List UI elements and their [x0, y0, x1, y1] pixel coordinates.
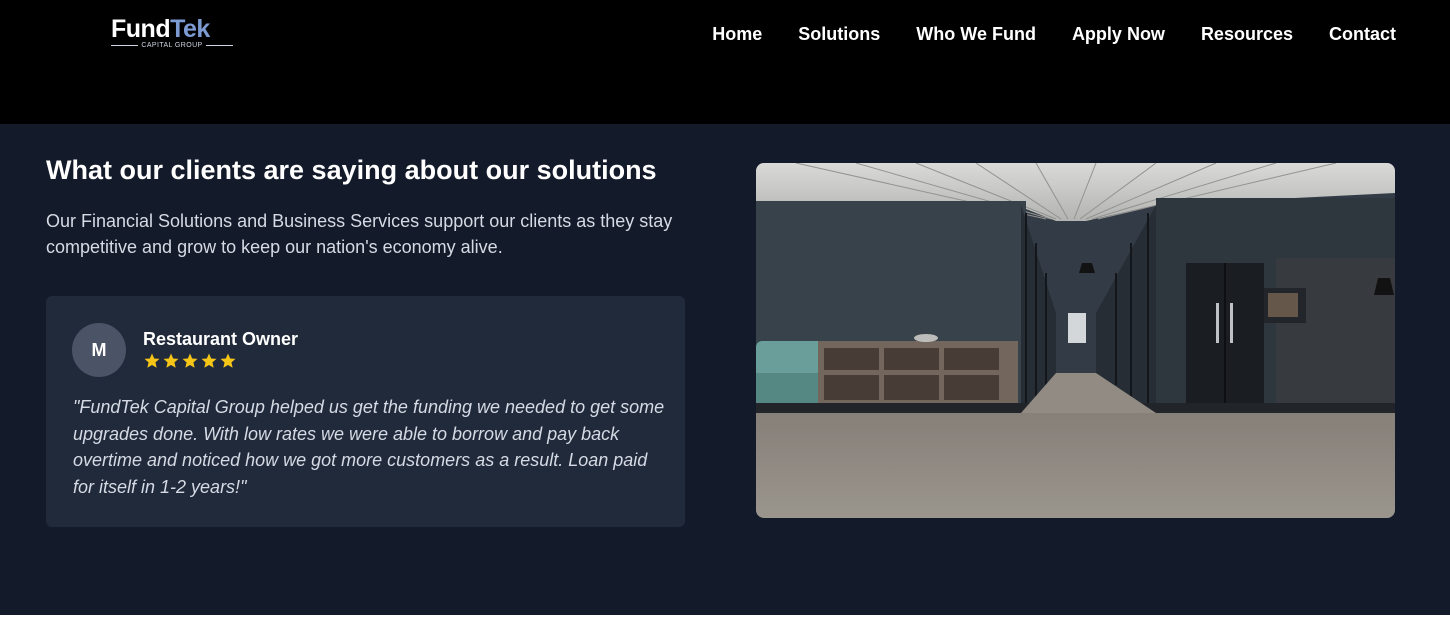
nav-contact[interactable]: Contact: [1329, 22, 1396, 46]
logo-wordmark: FundTek: [111, 15, 210, 43]
site-header: FundTek CAPITAL GROUP Home Solutions Who…: [0, 0, 1450, 124]
star-rating: [143, 352, 237, 370]
main-nav: Home Solutions Who We Fund Apply Now Res…: [712, 22, 1396, 46]
nav-resources[interactable]: Resources: [1201, 22, 1293, 46]
office-photo: [756, 163, 1395, 518]
avatar: M: [72, 323, 126, 377]
page-bottom-edge: [0, 615, 1450, 619]
section-heading: What our clients are saying about our so…: [46, 155, 657, 185]
star-icon: [163, 353, 179, 368]
testimonial-quote: "FundTek Capital Group helped us get the…: [73, 397, 665, 497]
logo-rule-left: [111, 45, 139, 46]
testimonial-card: M Restaurant Owner "FundTek Capital Grou…: [46, 296, 685, 527]
star-icon: [144, 353, 160, 368]
nav-solutions[interactable]: Solutions: [798, 22, 880, 46]
star-icon: [182, 353, 198, 368]
logo-rule-right: [205, 45, 233, 46]
office-interior-illustration: [756, 163, 1395, 518]
nav-apply-now[interactable]: Apply Now: [1072, 22, 1165, 46]
nav-who-we-fund[interactable]: Who We Fund: [916, 22, 1036, 46]
star-icon: [201, 353, 217, 368]
star-icon: [220, 353, 236, 368]
reviewer-name: Restaurant Owner: [143, 329, 299, 349]
section-intro: Our Financial Solutions and Business Ser…: [46, 211, 673, 257]
nav-home[interactable]: Home: [712, 22, 762, 46]
fundtek-logo[interactable]: FundTek CAPITAL GROUP: [111, 14, 233, 54]
